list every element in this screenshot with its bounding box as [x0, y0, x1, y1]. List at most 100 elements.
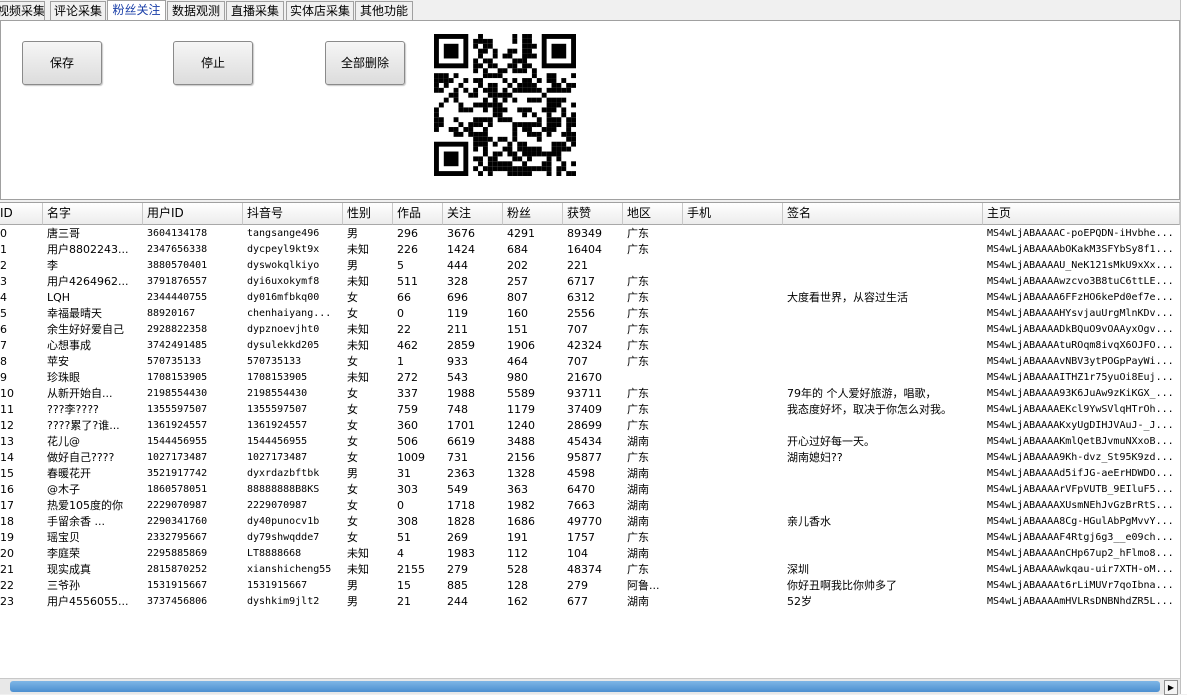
table-row[interactable]: 21 现实成真 2815870252 xianshicheng55 未知 2155 279 5…	[0, 562, 1180, 578]
tab-4[interactable]: 数据观测	[167, 1, 225, 20]
table-cell: dy016mfbkq00	[247, 292, 320, 303]
table-row[interactable]: 23 用户4556055... 3737456806 dyshkim9jlt2 男 21 2…	[0, 594, 1180, 610]
table-cell: 570735133	[247, 356, 302, 367]
scrollbar-thumb[interactable]	[10, 681, 1160, 692]
table-cell: 191	[507, 531, 528, 544]
column-header[interactable]: 粉丝	[503, 203, 563, 225]
column-header[interactable]: 手机	[683, 203, 783, 225]
column-header[interactable]: 签名	[783, 203, 983, 225]
table-cell: ???李????	[47, 403, 99, 416]
vertical-scrollbar[interactable]	[1180, 0, 1187, 694]
table-cell: 1	[0, 243, 7, 256]
table-cell: 2156	[507, 451, 535, 464]
table-cell: 做好自己????	[47, 451, 115, 464]
table-row[interactable]: 22 三爷孙 1531915667 1531915667 男 15 885 128 279 阿鲁.…	[0, 578, 1180, 594]
tab-1[interactable]: 视频采集	[0, 1, 45, 20]
table-cell: 广东	[627, 227, 649, 240]
column-header[interactable]: 名字	[43, 203, 143, 225]
table-cell: 511	[397, 275, 418, 288]
table-cell: 10	[0, 387, 14, 400]
table-cell: 现实成真	[47, 563, 91, 576]
table-cell: 1701	[447, 419, 475, 432]
table-row[interactable]: 20 李庭荣 2295885869 LT8888668 未知 4 1983 112 104 湖南 M…	[0, 546, 1180, 562]
table-cell: 506	[397, 435, 418, 448]
table-cell: MS4wLjABAAAAwkqau-uir7XTH-oM...	[987, 564, 1174, 575]
table-row[interactable]: 14 做好自己???? 1027173487 1027173487 女 1009 731 21…	[0, 450, 1180, 466]
table-cell: 11	[0, 403, 14, 416]
table-row[interactable]: 2 李 3880570401 dyswokqlkiyo 男 5 444 202 221 MS4wL…	[0, 258, 1180, 274]
table-cell: 2859	[447, 339, 475, 352]
table-row[interactable]: 12 ????累了?谁... 1361924557 1361924557 女 360 170…	[0, 418, 1180, 434]
tab-3[interactable]: 粉丝关注	[107, 0, 166, 21]
column-header[interactable]: 抖音号	[243, 203, 343, 225]
table-cell: LT8888668	[247, 548, 302, 559]
table-cell: 广东	[627, 291, 649, 304]
table-row[interactable]: 19 瑶宝贝 2332795667 dy79shwqdde7 女 51 269 191 1757…	[0, 530, 1180, 546]
tab-6[interactable]: 实体店采集	[286, 1, 354, 20]
table-cell: 162	[507, 595, 528, 608]
table-cell: 2229070987	[247, 500, 308, 511]
table-cell: 女	[347, 483, 358, 496]
column-header[interactable]: ID	[0, 203, 43, 225]
column-header[interactable]: 获赞	[563, 203, 623, 225]
tab-2[interactable]: 评论采集	[50, 1, 106, 20]
table-cell: ????累了?谁...	[47, 419, 120, 432]
table-cell: 2229070987	[147, 500, 208, 511]
table-row[interactable]: 3 用户4264962... 3791876557 dyi6uxokymf8 未知 511…	[0, 274, 1180, 290]
table-cell: 7663	[567, 499, 595, 512]
table-cell: xianshicheng55	[247, 564, 332, 575]
table-cell: 广东	[627, 323, 649, 336]
table-cell: 心想事成	[47, 339, 91, 352]
table-row[interactable]: 1 用户8802243... 2347656338 dycpeyl9kt9x 未知 226…	[0, 242, 1180, 258]
table-row[interactable]: 9 珍珠眼 1708153905 1708153905 未知 272 543 980 21670…	[0, 370, 1180, 386]
save-button[interactable]: 保存	[22, 41, 102, 85]
table-cell: 2198554430	[147, 388, 208, 399]
column-header[interactable]: 地区	[623, 203, 683, 225]
table-cell: 3521917742	[147, 468, 208, 479]
table-cell: 阿鲁...	[627, 579, 660, 592]
table-row[interactable]: 17 热爱105度的你 2229070987 2229070987 女 0 1718 1982…	[0, 498, 1180, 514]
table-cell: 279	[447, 563, 468, 576]
table-row[interactable]: 5 幸福最晴天 88920167 chenhaiyang... 女 0 119 160 2556…	[0, 306, 1180, 322]
delete-all-button[interactable]: 全部删除	[325, 41, 405, 85]
table-row[interactable]: 8 苹安 570735133 570735133 女 1 933 464 707 广东 MS4wLj…	[0, 354, 1180, 370]
table-row[interactable]: 11 ???李???? 1355597507 1355597507 女 759 748 117…	[0, 402, 1180, 418]
table-cell: 未知	[347, 323, 369, 336]
table-row[interactable]: 15 春暖花开 3521917742 dyxrdazbftbk 男 31 2363 1328 4…	[0, 466, 1180, 482]
table-cell	[783, 226, 983, 242]
table-row[interactable]: 13 花儿@ 1544456955 1544456955 女 506 6619 3488 454…	[0, 434, 1180, 450]
scroll-right-arrow-icon[interactable]: ▶	[1164, 680, 1178, 695]
table-cell: 31	[397, 467, 411, 480]
table-row[interactable]: 6 余生好好爱自己 2928822358 dypznoevjht0 未知 22 211 151…	[0, 322, 1180, 338]
stop-button[interactable]: 停止	[173, 41, 253, 85]
tab-5[interactable]: 直播采集	[226, 1, 284, 20]
table-cell: 瑶宝贝	[47, 531, 80, 544]
table-row[interactable]: 16 @木子 1860578051 88888888B8KS 女 303 549 363 647…	[0, 482, 1180, 498]
table-cell: 广东	[627, 243, 649, 256]
table-cell: 广东	[627, 355, 649, 368]
table-cell: MS4wLjABAAAAEKcl9YwSVlqHTrOh...	[987, 404, 1174, 415]
column-header[interactable]: 关注	[443, 203, 503, 225]
column-header[interactable]: 作品	[393, 203, 443, 225]
column-header[interactable]: 用户ID	[143, 203, 243, 225]
table-row[interactable]: 4 LQH 2344440755 dy016mfbkq00 女 66 696 807 6312 广…	[0, 290, 1180, 306]
table-row[interactable]: 10 从新开始自... 2198554430 2198554430 女 337 1988 55…	[0, 386, 1180, 402]
tab-7[interactable]: 其他功能	[355, 1, 413, 20]
column-header[interactable]: 主页	[983, 203, 1180, 225]
column-header[interactable]: 性别	[343, 203, 393, 225]
table-cell: MS4wLjABAAAADkBQuO9vOAAyxOgv...	[987, 324, 1174, 335]
table-cell: 759	[397, 403, 418, 416]
table-cell	[783, 546, 983, 562]
table-cell: 1828	[447, 515, 475, 528]
table-row[interactable]: 7 心想事成 3742491485 dysulekkd205 未知 462 2859 1906…	[0, 338, 1180, 354]
table-cell: 1544456955	[247, 436, 308, 447]
horizontal-scrollbar[interactable]: ▶	[0, 678, 1180, 695]
table-cell: 88888888B8KS	[247, 484, 320, 495]
table-cell: MS4wLjABAAAArVFpVUTB_9EIluF5...	[987, 484, 1174, 495]
table-cell: 3604134178	[147, 228, 208, 239]
table-cell: 1355597507	[147, 404, 208, 415]
table-row[interactable]: 0 唐三哥 3604134178 tangsange496 男 296 3676 4291 89…	[0, 226, 1180, 242]
table-row[interactable]: 18 手留余香 ... 2290341760 dy40punocv1b 女 308 1828…	[0, 514, 1180, 530]
qr-code-icon	[434, 34, 576, 176]
follower-table: ID 名字 用户ID 抖音号 性别 作品 关注 粉丝 获赞 地区 手机 签名 主页 0 唐三哥 3604134…	[0, 202, 1180, 679]
